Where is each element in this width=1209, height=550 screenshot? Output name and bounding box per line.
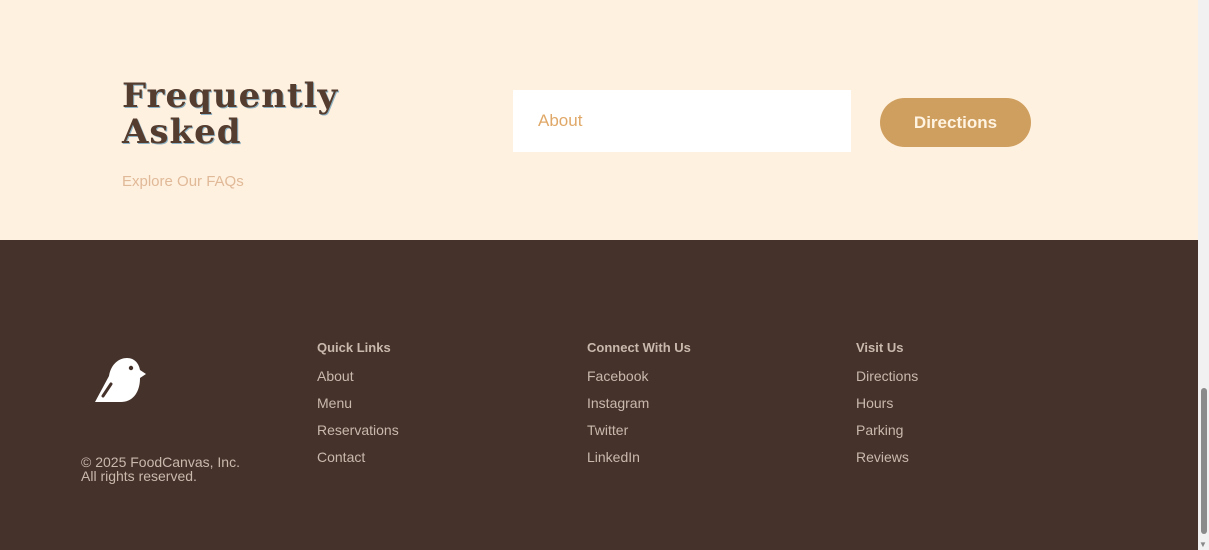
column-heading: Visit Us	[856, 340, 904, 355]
footer-link[interactable]: Reviews	[856, 449, 918, 476]
footer-link[interactable]: Twitter	[587, 422, 691, 449]
footer-link[interactable]: Hours	[856, 395, 918, 422]
column-heading: Quick Links	[317, 340, 391, 355]
footer-link[interactable]: Contact	[317, 449, 399, 476]
footer-column-quick-links: Quick Links About Menu Reservations Cont…	[317, 340, 399, 476]
footer-link[interactable]: Parking	[856, 422, 918, 449]
faq-tab-about[interactable]: About	[513, 90, 851, 152]
title-line: Frequently	[122, 76, 339, 116]
rights-text: All rights reserved.	[81, 468, 197, 484]
footer-column-connect: Connect With Us Facebook Instagram Twitt…	[587, 340, 691, 476]
faq-subtitle: Explore Our FAQs	[122, 173, 244, 190]
copyright: © 2025 FoodCanvas, Inc. All rights reserv…	[81, 455, 240, 483]
footer-link[interactable]: LinkedIn	[587, 449, 691, 476]
title-line: Asked	[122, 112, 242, 152]
footer-link[interactable]: Directions	[856, 368, 918, 395]
faq-title: Frequently Asked	[122, 78, 338, 150]
bird-logo-icon[interactable]	[93, 356, 147, 404]
footer-link[interactable]: Menu	[317, 395, 399, 422]
footer-link[interactable]: Reservations	[317, 422, 399, 449]
scrollbar-thumb[interactable]	[1201, 388, 1207, 534]
directions-button[interactable]: Directions	[880, 98, 1031, 147]
faq-section: Frequently Asked Explore Our FAQs About D…	[0, 0, 1198, 240]
footer-link[interactable]: Instagram	[587, 395, 691, 422]
copyright-text: © 2025 FoodCanvas, Inc.	[81, 454, 240, 470]
scroll-down-arrow-icon[interactable]: ▼	[1199, 540, 1207, 549]
column-heading: Connect With Us	[587, 340, 691, 355]
footer-link[interactable]: Facebook	[587, 368, 691, 395]
footer-link[interactable]: About	[317, 368, 399, 395]
footer-column-visit: Visit Us Directions Hours Parking Review…	[856, 340, 918, 476]
